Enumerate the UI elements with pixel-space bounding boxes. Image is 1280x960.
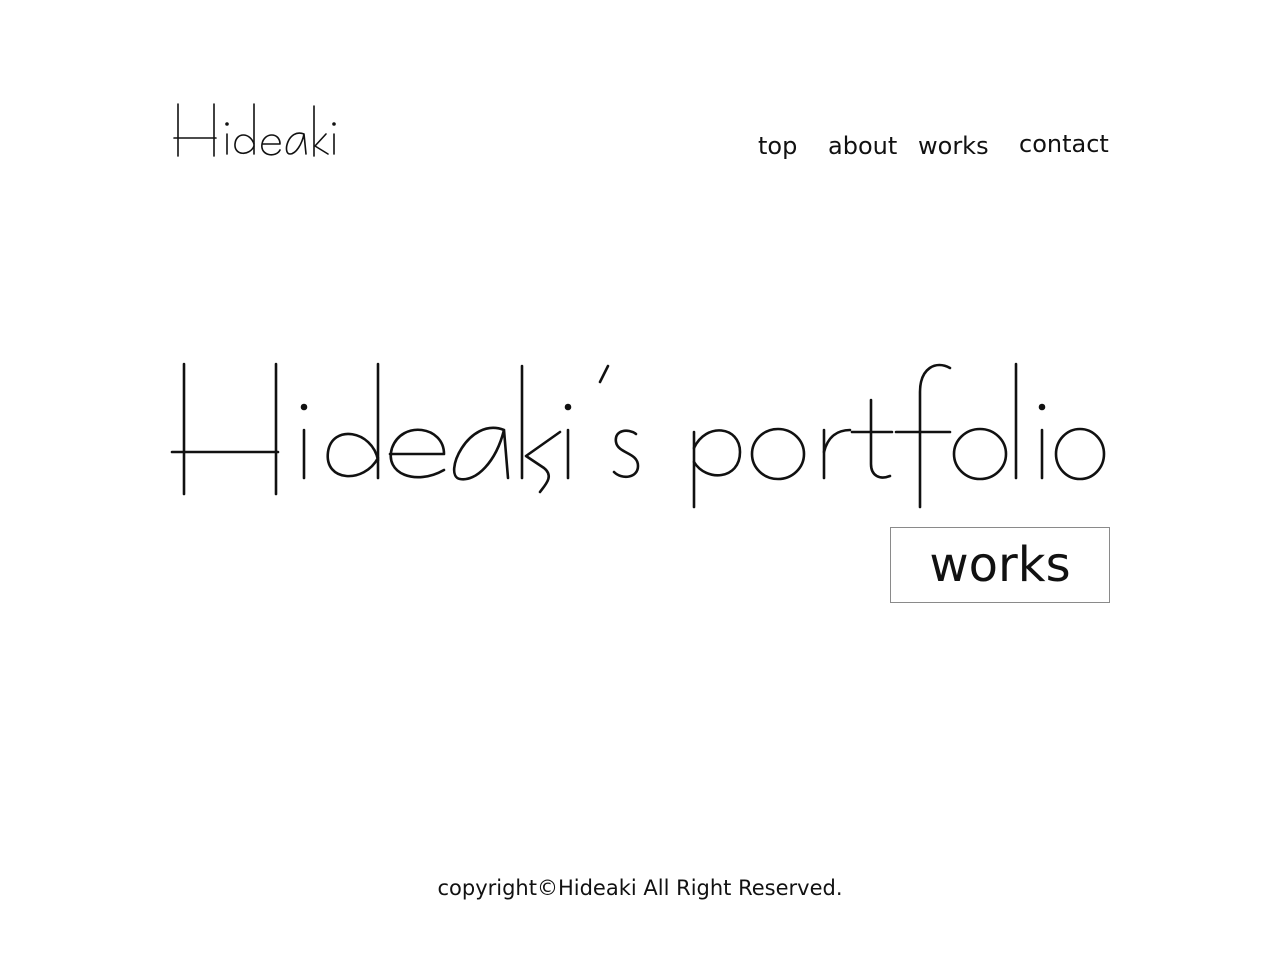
nav-link-contact[interactable]: contact: [1019, 128, 1109, 160]
hero-title-lettering: [170, 362, 1106, 509]
nav-link-top[interactable]: top: [758, 130, 797, 162]
page: Hideaki top about works: [0, 0, 1280, 960]
copyright-text: copyright©Hideaki All Right Reserved.: [437, 876, 843, 900]
hero-title: Hideaki’s portfolio: [168, 352, 1113, 517]
works-button[interactable]: works: [890, 527, 1110, 603]
nav-link-about[interactable]: about: [828, 130, 897, 162]
main-nav: top about works contact: [0, 130, 1280, 164]
nav-link-works[interactable]: works: [918, 130, 989, 162]
